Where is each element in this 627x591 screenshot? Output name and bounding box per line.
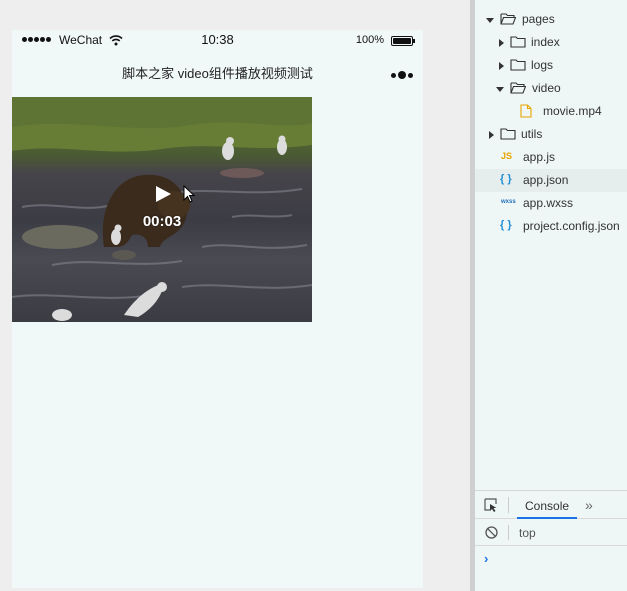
status-bar: WeChat 10:38 100% [12, 30, 423, 52]
tab-console[interactable]: Console [517, 491, 578, 519]
play-icon[interactable] [154, 185, 172, 203]
battery-icon [391, 36, 415, 46]
tree-item-label: app.json [523, 173, 569, 187]
tree-item-utils[interactable]: utils [475, 123, 627, 146]
tree-item-app-json[interactable]: { } app.json [475, 169, 627, 192]
battery-percent: 100% [355, 34, 384, 46]
wxss-file-icon: wxss [501, 199, 516, 205]
folder-open-icon [500, 13, 516, 25]
folder-open-icon [510, 82, 526, 94]
chevron-down-icon[interactable] [496, 85, 504, 93]
tree-item-app-wxss[interactable]: wxss app.wxss [475, 192, 627, 215]
tree-item-label: video [532, 81, 561, 95]
file-icon [520, 104, 532, 118]
folder-icon [510, 36, 526, 48]
tree-item-label: app.wxss [523, 196, 574, 210]
folder-icon [510, 59, 526, 71]
tree-item-logs[interactable]: logs [475, 54, 627, 77]
devtools-toolbar: Console » [475, 491, 627, 519]
tree-item-label: movie.mp4 [543, 104, 602, 118]
chevron-right-icon[interactable] [497, 62, 505, 70]
json-file-icon: { } [500, 219, 512, 231]
more-tabs-icon[interactable]: » [585, 497, 593, 513]
tree-item-index[interactable]: index [475, 31, 627, 54]
context-selector[interactable]: top [519, 526, 536, 540]
chevron-down-icon[interactable] [486, 16, 494, 24]
json-file-icon: { } [500, 173, 512, 185]
video-frame [12, 97, 312, 321]
battery-level [393, 38, 411, 44]
page-title: 脚本之家 video组件播放视频测试 [122, 66, 313, 81]
simulator-phone: WeChat 10:38 100% 脚本之家 video组件播放视频测试 00:… [12, 30, 423, 588]
console-prompt[interactable]: › [484, 551, 488, 566]
capsule-menu-icon[interactable] [391, 71, 413, 79]
toolbar-divider [508, 497, 509, 513]
tree-item-video[interactable]: video [475, 77, 627, 100]
chevron-right-icon[interactable] [487, 131, 495, 139]
file-tree: pages index logs video movie.mp4 utils J… [475, 0, 627, 490]
tree-item-project-config-json[interactable]: { } project.config.json [475, 215, 627, 238]
inspect-element-icon[interactable] [484, 498, 498, 512]
navigation-bar: 脚本之家 video组件播放视频测试 [12, 52, 423, 90]
folder-icon [500, 128, 516, 140]
js-file-icon: JS [501, 151, 513, 161]
devtools-panel: Console » top › [475, 490, 627, 591]
tree-item-label: project.config.json [523, 219, 620, 233]
tree-item-label: pages [522, 12, 555, 26]
video-player[interactable]: 00:03 [12, 97, 312, 322]
tree-item-label: index [531, 35, 560, 49]
chevron-right-icon[interactable] [497, 39, 505, 47]
tree-item-label: utils [521, 127, 543, 141]
video-current-time: 00:03 [142, 213, 182, 230]
mouse-cursor-icon [183, 185, 195, 203]
clear-console-icon[interactable] [485, 526, 498, 539]
tree-item-app-js[interactable]: JS app.js [475, 146, 627, 169]
toolbar-divider [508, 525, 509, 540]
tree-item-pages[interactable]: pages [475, 8, 627, 31]
tree-item-movie-mp4[interactable]: movie.mp4 [475, 100, 627, 123]
tree-item-label: logs [531, 58, 554, 72]
console-filter-bar: top [475, 519, 627, 546]
tree-item-label: app.js [523, 150, 556, 164]
